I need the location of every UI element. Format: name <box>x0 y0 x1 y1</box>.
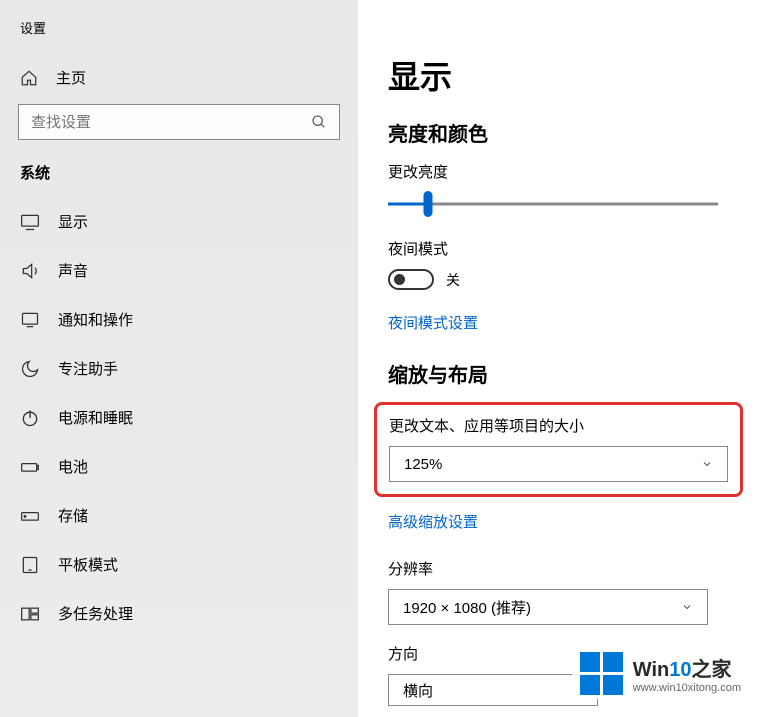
night-mode-label: 夜间模式 <box>388 238 729 259</box>
slider-thumb[interactable] <box>423 191 432 217</box>
page-title: 显示 <box>388 52 729 98</box>
night-mode-settings-link[interactable]: 夜间模式设置 <box>388 312 729 333</box>
app-title: 设置 <box>0 18 358 59</box>
sidebar-item-focus[interactable]: 专注助手 <box>0 344 358 393</box>
orientation-dropdown[interactable]: 横向 <box>388 674 598 706</box>
watermark-url: www.win10xitong.com <box>633 682 741 694</box>
category-title: 系统 <box>0 162 358 197</box>
sidebar-item-label: 显示 <box>58 211 88 232</box>
chevron-down-icon <box>681 601 693 613</box>
home-label: 主页 <box>56 67 86 88</box>
section-title-scale: 缩放与布局 <box>388 359 729 388</box>
watermark: Win10之家 www.win10xitong.com <box>572 648 749 699</box>
sidebar: 设置 主页 系统 显示 声音 <box>0 0 358 717</box>
search-input[interactable] <box>31 114 291 131</box>
sidebar-item-label: 通知和操作 <box>58 309 133 330</box>
storage-icon <box>20 506 40 526</box>
display-icon <box>20 212 40 232</box>
sidebar-item-storage[interactable]: 存储 <box>0 491 358 540</box>
multitask-icon <box>20 604 40 624</box>
sidebar-item-power[interactable]: 电源和睡眠 <box>0 393 358 442</box>
highlight-box: 更改文本、应用等项目的大小 125% <box>374 402 743 497</box>
sidebar-item-label: 多任务处理 <box>58 603 133 624</box>
sidebar-item-tablet[interactable]: 平板模式 <box>0 540 358 589</box>
section-title-brightness: 亮度和颜色 <box>388 118 729 147</box>
sidebar-home[interactable]: 主页 <box>0 59 358 104</box>
chevron-down-icon <box>701 458 713 470</box>
sidebar-item-sound[interactable]: 声音 <box>0 246 358 295</box>
scale-label: 更改文本、应用等项目的大小 <box>389 415 728 436</box>
night-mode-toggle[interactable] <box>388 269 434 290</box>
sidebar-item-multitask[interactable]: 多任务处理 <box>0 589 358 638</box>
power-icon <box>20 408 40 428</box>
tablet-icon <box>20 555 40 575</box>
sidebar-item-label: 存储 <box>58 505 88 526</box>
sidebar-item-label: 平板模式 <box>58 554 118 575</box>
search-input-container[interactable] <box>18 104 340 140</box>
sidebar-item-label: 电池 <box>58 456 88 477</box>
resolution-value: 1920 × 1080 (推荐) <box>403 597 531 618</box>
scale-value: 125% <box>404 456 442 473</box>
brightness-slider[interactable] <box>388 192 718 216</box>
advanced-scale-link[interactable]: 高级缩放设置 <box>388 511 729 532</box>
content-area: 显示 亮度和颜色 更改亮度 夜间模式 关 夜间模式设置 缩放与布局 更改文本、应… <box>358 0 759 717</box>
toggle-state: 关 <box>446 270 460 290</box>
home-icon <box>20 69 38 87</box>
sidebar-item-notifications[interactable]: 通知和操作 <box>0 295 358 344</box>
resolution-dropdown[interactable]: 1920 × 1080 (推荐) <box>388 589 708 625</box>
sound-icon <box>20 261 40 281</box>
windows-logo-icon <box>580 652 623 695</box>
sidebar-item-label: 专注助手 <box>58 358 118 379</box>
orientation-value: 横向 <box>403 680 433 701</box>
notifications-icon <box>20 310 40 330</box>
scale-dropdown[interactable]: 125% <box>389 446 728 482</box>
watermark-brand: Win10之家 <box>633 653 741 682</box>
sidebar-item-display[interactable]: 显示 <box>0 197 358 246</box>
battery-icon <box>20 457 40 477</box>
resolution-label: 分辨率 <box>388 558 729 579</box>
sidebar-item-label: 电源和睡眠 <box>58 407 133 428</box>
sidebar-item-battery[interactable]: 电池 <box>0 442 358 491</box>
focus-icon <box>20 359 40 379</box>
search-icon <box>311 114 327 130</box>
brightness-label: 更改亮度 <box>388 161 729 182</box>
sidebar-item-label: 声音 <box>58 260 88 281</box>
